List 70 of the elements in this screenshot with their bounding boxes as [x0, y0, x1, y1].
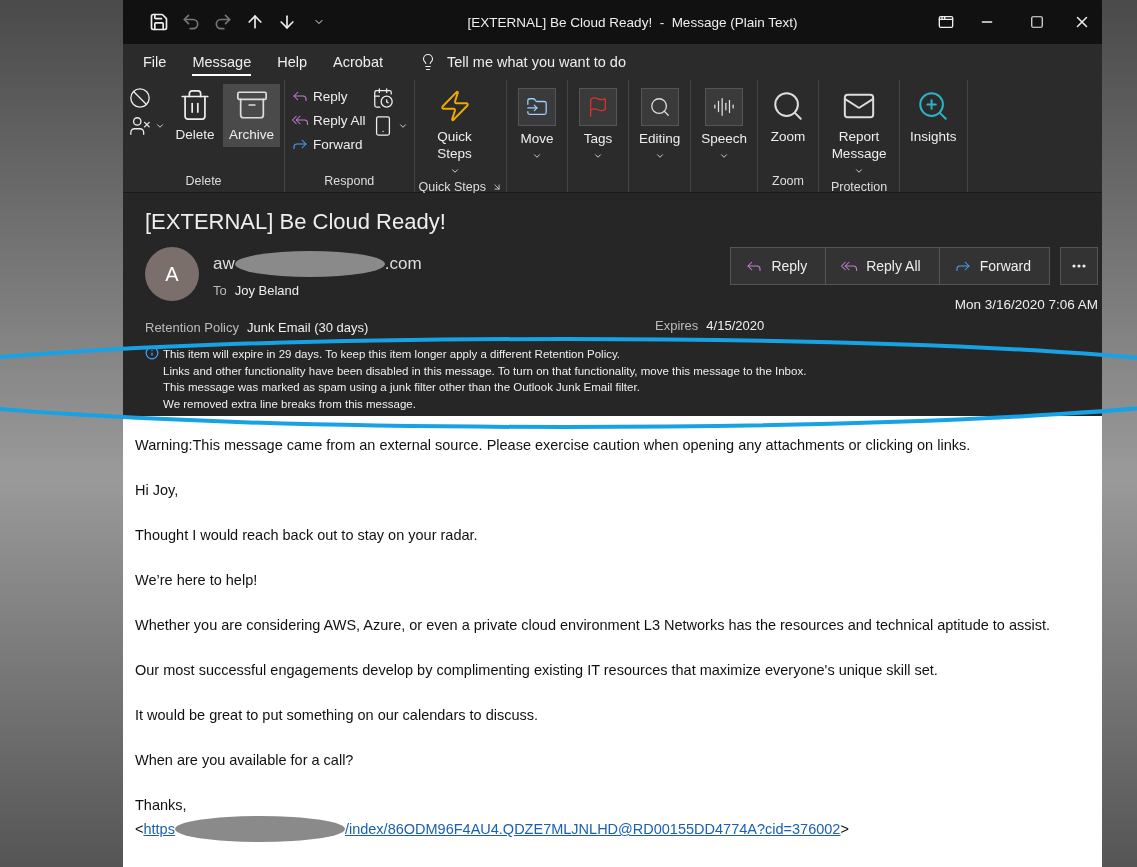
ribbon-button[interactable]: Forward [289, 132, 368, 156]
caret-icon [155, 121, 165, 131]
body-paragraph: Thought I would reach back out to stay on your radar. [135, 526, 479, 545]
message-date: Mon 3/16/2020 7:06 AM [954, 297, 1098, 312]
sender-text: .com [384, 254, 422, 274]
to-label: To [213, 283, 227, 298]
menu-tab[interactable]: Message [192, 48, 252, 76]
link[interactable]: https [143, 818, 175, 840]
menu-tab[interactable]: File [143, 48, 167, 76]
expires-value: 4/15/2020 [706, 318, 765, 335]
tell-me-field[interactable]: Tell me what you want to do [419, 53, 626, 71]
ribbon-button[interactable]: Speech [695, 84, 753, 165]
info-line: Links and other functionality have been disabled in this message. To turn on that functionality, move this message to the Inbox. [163, 363, 807, 379]
ribbon-button[interactable]: Zoom [762, 84, 814, 149]
ribbon-button[interactable]: Editing [632, 84, 687, 165]
ribbon-button[interactable]: Quick Steps [418, 84, 491, 180]
group-label: Respond [324, 174, 375, 188]
ribbon-button[interactable]: Move [510, 84, 563, 165]
body-paragraph: We’re here to help! [135, 571, 259, 590]
avatar: A [145, 247, 199, 301]
folder-icon [517, 88, 556, 126]
retention-label: Retention Policy [145, 320, 239, 335]
body-paragraph: Our most successful engagements develop by complimenting existing IT resources that maximize everyone's unique skill set. [135, 661, 939, 680]
ribbon-button[interactable]: Reply [289, 84, 368, 108]
bracket-text: > [840, 820, 849, 839]
body-paragraph: Hi Joy, [135, 481, 180, 500]
group-label: Protection [830, 180, 888, 194]
launcher-icon[interactable] [491, 182, 502, 192]
ribbon-button[interactable]: Insights [904, 84, 963, 149]
search-icon [640, 88, 679, 126]
speaker-icon [705, 88, 744, 126]
trash-icon [178, 88, 212, 122]
body-paragraph: Whether you are considering AWS, Azure, or even a private cloud environment L3 Networks has the resources and technical aptitude to assist. [135, 616, 1052, 635]
bracket-text: < [135, 820, 144, 839]
calendar-icon [371, 87, 394, 109]
ribbon-button[interactable]: Archive [223, 84, 280, 147]
ribbon-button[interactable]: Reply All [289, 108, 368, 132]
info-line: This message was marked as spam using a junk filter other than the Outlook Junk Email filter. [163, 380, 641, 395]
menu-tab[interactable]: Help [277, 48, 308, 76]
info-line: We removed extra line breaks from this message. [163, 396, 417, 412]
flag-icon [578, 88, 617, 126]
archive-icon [234, 88, 269, 122]
menu-tab[interactable]: Acrobat [333, 48, 384, 76]
body-paragraph: When are you available for a call? [135, 751, 355, 770]
message-subject: [EXTERNAL] Be Cloud Ready! [145, 209, 447, 235]
ribbon-button[interactable]: Report Message [823, 84, 895, 180]
window-title: [EXTERNAL] Be Cloud Ready! - Message (Plain Text) [466, 14, 799, 30]
info-icon [145, 346, 159, 360]
sender-text: aw [213, 254, 235, 274]
body-paragraph: It would be great to put something on our calendars to discuss. [135, 706, 539, 725]
action-button[interactable]: Forward [939, 248, 1049, 284]
link[interactable]: /index/86ODM96F4AU4.QDZE7MLJNLHD@RD00155DD4774A?cid=376002 [344, 818, 841, 840]
more-button[interactable] [1060, 247, 1098, 285]
caret-icon [397, 121, 408, 131]
more-icon [1072, 264, 1086, 268]
action-button[interactable]: Reply [731, 248, 827, 284]
group-label: Zoom [772, 174, 804, 188]
info-line: This item will expire in 29 days. To keep this item longer apply a different Retention Policy. [163, 347, 622, 362]
closing-text: Thanks, [135, 796, 188, 815]
group-label: Delete [185, 174, 222, 188]
body-paragraph: Warning:This message came from an external source. Please exercise caution when opening any attachments or clicking on links. [135, 436, 972, 455]
expires-label: Expires [655, 318, 699, 335]
junk-icon [129, 115, 151, 137]
retention-value: Junk Email (30 days) [246, 320, 369, 335]
ribbon-button[interactable]: Tags [571, 84, 624, 165]
ribbon-button[interactable]: Delete [169, 84, 221, 147]
action-button[interactable]: Reply All [826, 248, 940, 284]
ignore-icon [129, 87, 151, 109]
recipient-name: Joy Beland [234, 283, 300, 298]
group-label: Quick Steps [418, 180, 486, 194]
